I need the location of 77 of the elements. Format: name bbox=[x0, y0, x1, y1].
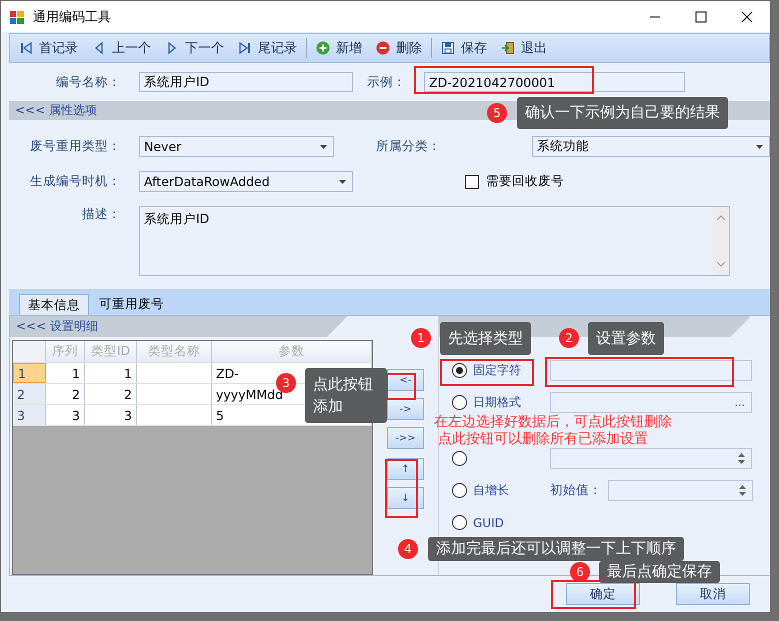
move-button[interactable]: -> bbox=[387, 398, 424, 420]
move-button[interactable]: ->> bbox=[387, 427, 424, 449]
radio-button[interactable] bbox=[452, 515, 467, 530]
picker-field[interactable]: ... bbox=[550, 392, 752, 413]
window-title: 通用编码工具 bbox=[33, 8, 111, 26]
field-label: 生成编号时机： bbox=[29, 173, 122, 190]
tab[interactable]: 基本信息 bbox=[19, 294, 89, 315]
add-icon bbox=[316, 41, 330, 55]
radio-label[interactable]: GUID bbox=[473, 516, 550, 530]
radio-button[interactable] bbox=[452, 395, 467, 410]
row-header[interactable]: 2 bbox=[13, 384, 46, 404]
dropdown[interactable]: Never bbox=[139, 136, 334, 157]
dropdown-arrow-icon bbox=[339, 180, 346, 184]
table-cell: 3 bbox=[85, 405, 137, 425]
highlight-frame bbox=[385, 459, 418, 518]
maximize-icon[interactable] bbox=[695, 10, 707, 22]
description-field[interactable]: 系统用户ID bbox=[139, 206, 730, 276]
toolbar-button[interactable]: 退出 bbox=[496, 37, 552, 59]
radio-label[interactable]: 固定字符 bbox=[473, 362, 550, 379]
spinner-icon bbox=[739, 485, 746, 496]
radio-button[interactable] bbox=[452, 451, 467, 466]
checkbox[interactable] bbox=[465, 174, 479, 188]
save-icon bbox=[441, 41, 455, 55]
table-cell: 1 bbox=[85, 363, 137, 383]
app-icon bbox=[9, 8, 25, 24]
toolbar-button[interactable]: 下一个 bbox=[160, 37, 229, 59]
text-field[interactable]: 系统用户ID bbox=[139, 72, 353, 92]
callout: 设置参数 bbox=[588, 322, 664, 355]
text-field[interactable] bbox=[550, 360, 752, 381]
annotation-text: 点此按钮可以删除所有已添加设置 bbox=[438, 431, 648, 448]
dropdown-arrow-icon bbox=[320, 144, 327, 148]
toolbar-button[interactable]: 上一个 bbox=[87, 37, 156, 59]
dropdown[interactable]: 系统功能 bbox=[532, 136, 770, 157]
field-label: 编号名称： bbox=[55, 74, 122, 90]
callout: 先选择类型 bbox=[440, 322, 531, 355]
move-button[interactable]: ↓ bbox=[387, 487, 424, 509]
radio-label[interactable]: 自增长 bbox=[473, 482, 550, 499]
table-cell: 2 bbox=[46, 384, 85, 404]
first-record-icon bbox=[19, 41, 33, 55]
toolbar-button[interactable]: 删除 bbox=[371, 37, 427, 59]
dialog-button[interactable]: 确定 bbox=[566, 583, 640, 605]
toolbar-button[interactable]: 尾记录 bbox=[233, 37, 302, 59]
dialog-button[interactable]: 取消 bbox=[676, 583, 750, 605]
radio-button[interactable] bbox=[452, 483, 467, 498]
table-cell: 3 bbox=[46, 405, 85, 425]
delete-icon bbox=[376, 41, 390, 55]
field-label: 示例： bbox=[366, 74, 407, 90]
number-field[interactable] bbox=[550, 448, 752, 469]
last-record-icon bbox=[238, 41, 252, 55]
callout: 点此按钮添加 bbox=[305, 368, 387, 423]
radio-button[interactable] bbox=[452, 363, 467, 378]
toolbar-button[interactable]: 保存 bbox=[436, 37, 492, 59]
text-field[interactable]: ZD-2021042700001 bbox=[424, 72, 685, 92]
field-label: 描述： bbox=[81, 206, 122, 223]
number-field[interactable] bbox=[608, 480, 753, 501]
spinner-icon bbox=[738, 453, 745, 464]
close-icon[interactable] bbox=[741, 10, 753, 22]
row-header[interactable]: 1 bbox=[13, 363, 46, 383]
annotation-text: 在左边选择好数据后，可点此按钮删除 bbox=[434, 414, 672, 431]
checkbox-label[interactable]: 需要回收废号 bbox=[486, 173, 564, 190]
tab[interactable]: 可重用废号 bbox=[91, 294, 172, 315]
table-cell: 1 bbox=[46, 363, 85, 383]
callout: 添加完最后还可以调整一下上下顺序 bbox=[428, 537, 684, 561]
radio-label[interactable]: 日期格式 bbox=[473, 394, 550, 411]
dropdown-arrow-icon bbox=[756, 144, 763, 148]
field-label: 初始值： bbox=[550, 482, 603, 499]
corner-cell bbox=[13, 341, 46, 362]
callout: 最后点确定保存 bbox=[599, 561, 720, 583]
table-cell: 2 bbox=[85, 384, 137, 404]
callout: 确认一下示例为自己要的结果 bbox=[517, 97, 728, 129]
dropdown[interactable]: AfterDataRowAdded bbox=[139, 171, 353, 192]
toolbar-button[interactable]: 新增 bbox=[311, 37, 367, 59]
field-label: 所属分类： bbox=[374, 138, 442, 155]
exit-door-icon bbox=[501, 41, 515, 55]
field-label: 废号重用类型： bbox=[29, 138, 122, 155]
toolbar-button[interactable]: 首记录 bbox=[14, 37, 83, 59]
row-header[interactable]: 3 bbox=[13, 405, 46, 425]
